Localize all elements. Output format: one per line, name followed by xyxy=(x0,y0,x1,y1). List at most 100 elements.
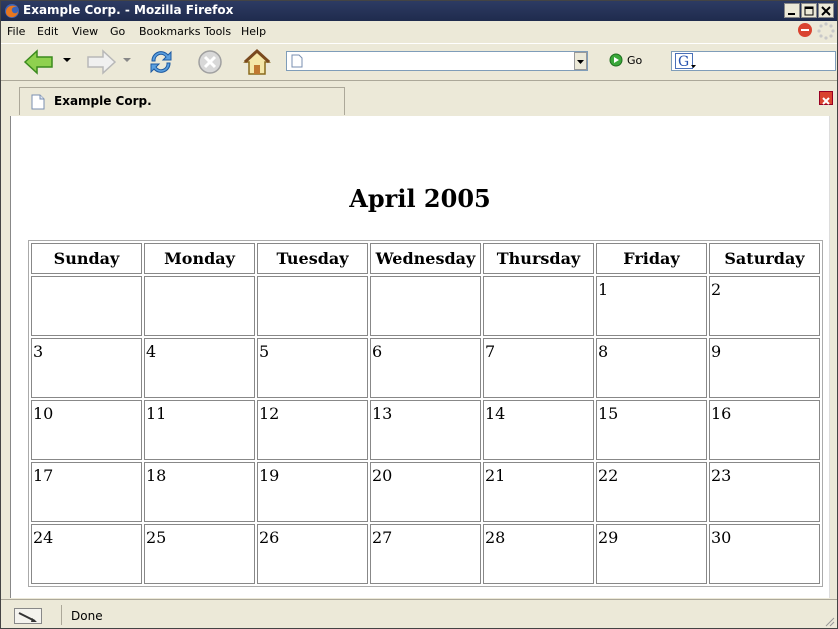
day-cell: 14 xyxy=(483,400,594,460)
week-row: 17 18 19 20 21 22 23 xyxy=(31,462,820,522)
day-cell: 18 xyxy=(144,462,255,522)
resize-grip-icon[interactable] xyxy=(823,615,835,627)
day-cell: 9 xyxy=(709,338,820,398)
tab-example-corp[interactable]: Example Corp. xyxy=(19,87,345,115)
day-cell: 8 xyxy=(596,338,707,398)
day-cell: 1 xyxy=(596,276,707,336)
calendar-header-row: Sunday Monday Tuesday Wednesday Thursday… xyxy=(31,243,820,274)
chevron-down-icon xyxy=(577,60,584,64)
day-cell xyxy=(483,276,594,336)
day-header: Thursday xyxy=(483,243,594,274)
tab-bar: Example Corp. xyxy=(1,80,837,117)
svg-text:G: G xyxy=(678,54,689,70)
go-arrow-icon xyxy=(609,53,623,67)
day-cell: 29 xyxy=(596,524,707,584)
forward-arrow-icon[interactable] xyxy=(85,48,117,76)
window-title: Example Corp. - Mozilla Firefox xyxy=(23,3,234,17)
menu-bar: File Edit View Go Bookmarks Tools Help xyxy=(1,21,837,43)
day-cell: 6 xyxy=(370,338,481,398)
day-cell: 12 xyxy=(257,400,368,460)
day-cell: 25 xyxy=(144,524,255,584)
throbber-icon xyxy=(817,22,835,40)
day-cell xyxy=(257,276,368,336)
day-cell: 11 xyxy=(144,400,255,460)
day-cell: 16 xyxy=(709,400,820,460)
day-header: Wednesday xyxy=(370,243,481,274)
day-header: Tuesday xyxy=(257,243,368,274)
week-row: 3 4 5 6 7 8 9 xyxy=(31,338,820,398)
calendar-title: April 2005 xyxy=(349,184,491,213)
day-cell: 21 xyxy=(483,462,594,522)
day-cell xyxy=(31,276,142,336)
day-cell: 17 xyxy=(31,462,142,522)
day-cell: 4 xyxy=(144,338,255,398)
day-cell: 10 xyxy=(31,400,142,460)
stop-icon[interactable] xyxy=(196,48,224,76)
url-input[interactable] xyxy=(307,53,571,71)
week-row: 1 2 xyxy=(31,276,820,336)
tab-label: Example Corp. xyxy=(54,94,152,108)
title-bar: Example Corp. - Mozilla Firefox xyxy=(1,1,837,21)
maximize-icon xyxy=(804,6,814,16)
close-icon xyxy=(821,6,831,16)
forward-dropdown-icon[interactable] xyxy=(123,56,131,64)
day-cell xyxy=(144,276,255,336)
day-cell: 13 xyxy=(370,400,481,460)
back-arrow-icon[interactable] xyxy=(23,48,55,76)
menu-help[interactable]: Help xyxy=(241,25,266,38)
day-header: Friday xyxy=(596,243,707,274)
calendar-table: Sunday Monday Tuesday Wednesday Thursday… xyxy=(28,240,823,587)
minimize-button[interactable] xyxy=(784,3,800,18)
maximize-button[interactable] xyxy=(801,3,817,18)
close-button[interactable] xyxy=(818,3,834,18)
day-cell: 3 xyxy=(31,338,142,398)
menu-bookmarks[interactable]: Bookmarks xyxy=(139,25,200,38)
go-button[interactable]: Go xyxy=(609,53,642,67)
menu-file[interactable]: File xyxy=(7,25,25,38)
status-text: Done xyxy=(71,609,103,623)
search-box[interactable]: G xyxy=(671,51,836,71)
day-cell: 22 xyxy=(596,462,707,522)
back-dropdown-icon[interactable] xyxy=(63,56,71,64)
stop-sign-icon xyxy=(798,23,812,37)
page-icon xyxy=(31,94,45,110)
menu-tools[interactable]: Tools xyxy=(204,25,231,38)
day-cell: 28 xyxy=(483,524,594,584)
menu-edit[interactable]: Edit xyxy=(37,25,58,38)
offline-status-icon[interactable] xyxy=(14,608,42,624)
close-icon xyxy=(822,97,830,105)
firefox-logo-icon xyxy=(5,4,19,18)
day-cell xyxy=(370,276,481,336)
day-cell: 24 xyxy=(31,524,142,584)
day-cell: 19 xyxy=(257,462,368,522)
day-cell: 30 xyxy=(709,524,820,584)
week-row: 10 11 12 13 14 15 16 xyxy=(31,400,820,460)
reload-icon[interactable] xyxy=(147,48,175,76)
url-dropdown-button[interactable] xyxy=(574,52,587,70)
day-header: Sunday xyxy=(31,243,142,274)
menu-go[interactable]: Go xyxy=(110,25,125,38)
day-cell: 2 xyxy=(709,276,820,336)
status-divider xyxy=(61,605,62,625)
day-cell: 20 xyxy=(370,462,481,522)
week-row: 24 25 26 27 28 29 30 xyxy=(31,524,820,584)
close-tab-button[interactable] xyxy=(819,91,833,105)
day-header: Saturday xyxy=(709,243,820,274)
url-bar[interactable] xyxy=(286,51,588,71)
minimize-icon xyxy=(788,13,795,15)
status-bar: Done xyxy=(1,599,837,628)
home-icon[interactable] xyxy=(242,48,272,76)
navigation-toolbar: Go G xyxy=(1,43,837,80)
day-cell: 27 xyxy=(370,524,481,584)
page-icon xyxy=(291,54,303,68)
day-cell: 7 xyxy=(483,338,594,398)
menu-view[interactable]: View xyxy=(72,25,98,38)
day-header: Monday xyxy=(144,243,255,274)
day-cell: 5 xyxy=(257,338,368,398)
page-content: April 2005 Sunday Monday Tuesday Wednesd… xyxy=(10,116,830,598)
day-cell: 26 xyxy=(257,524,368,584)
connection-icon xyxy=(18,612,37,622)
go-label: Go xyxy=(627,53,643,67)
google-search-icon[interactable]: G xyxy=(675,53,697,70)
browser-window: Example Corp. - Mozilla Firefox File Edi… xyxy=(0,0,838,629)
